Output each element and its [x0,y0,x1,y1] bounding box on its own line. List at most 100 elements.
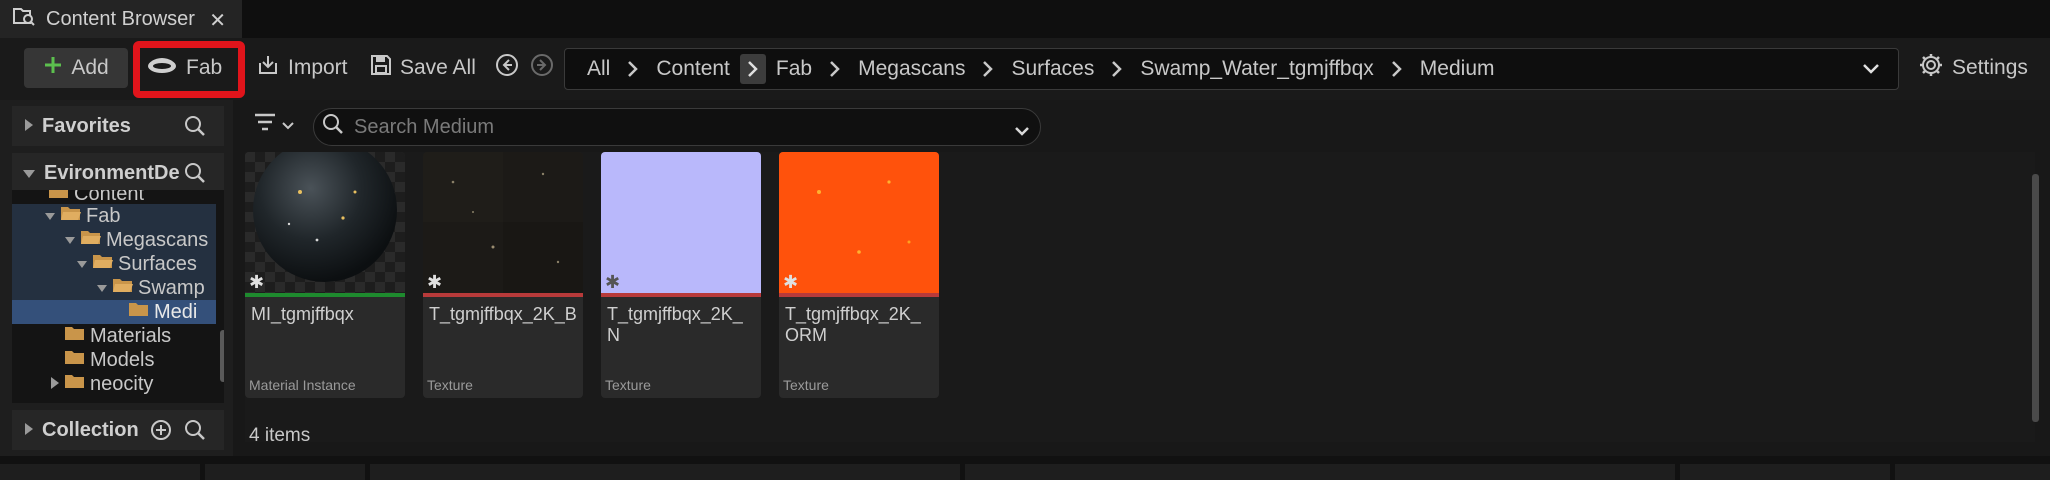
filter-icon [253,112,277,138]
breadcrumb: All Content Fab Megascans Surfaces Swamp… [564,48,1899,90]
folder-open-icon [92,252,114,276]
save-all-button[interactable]: Save All [370,48,476,88]
item-count: 4 items [249,425,311,446]
chevron-right-icon[interactable] [822,54,848,84]
asset-type-bar [245,293,405,297]
save-icon [370,54,392,82]
asset-name: T_tgmjffbqx_2K_N [607,304,743,345]
chevron-right-icon[interactable] [1104,54,1130,84]
caret-down-icon[interactable] [76,253,88,276]
search-input[interactable] [354,115,994,139]
asterisk-icon: ✱ [605,272,621,292]
asset-type-bar [423,293,583,297]
caret-right-icon[interactable] [50,373,60,396]
tree-item-fab[interactable]: Fab [12,204,216,228]
content-browser-icon [12,5,36,33]
tab-bar: Content Browser ✕ [0,0,2050,38]
favorites-header[interactable]: Favorites [12,106,224,146]
tree-item-surfaces[interactable]: Surfaces [12,252,216,276]
tree-item-models[interactable]: Models [12,348,216,372]
breadcrumb-item-swamp-water[interactable]: Swamp_Water_tgmjffbqx [1140,57,1383,81]
panel-segment [1895,464,2050,480]
asterisk-icon: ✱ [249,272,265,292]
asset-type: Texture [427,377,473,393]
breadcrumb-item-fab[interactable]: Fab [776,57,822,81]
chevron-right-icon[interactable] [1384,54,1410,84]
asset-thumbnail [779,152,939,293]
caret-down-icon[interactable] [64,229,76,252]
tree-item-swamp[interactable]: Swamp [12,276,216,300]
chevron-right-icon[interactable] [620,54,646,84]
project-header[interactable]: EvironmentDe [12,153,224,193]
breadcrumb-item-megascans[interactable]: Megascans [858,57,975,81]
tree-item-megascans[interactable]: Megascans [12,228,216,252]
tree-item-medium[interactable]: Medi [12,300,216,324]
import-label: Import [288,56,348,79]
folder-icon [64,324,86,348]
add-circle-icon[interactable] [150,419,172,447]
chevron-right-icon[interactable] [739,54,766,84]
breadcrumb-item-medium[interactable]: Medium [1420,57,1505,81]
asset-tile[interactable]: ✱ T_tgmjffbqx_2K_N Texture [601,152,761,398]
asset-view-panel: ✱ MI_tgmjffbqx Material Instance ✱ [233,100,2050,456]
tree-scrollbar[interactable] [220,330,224,382]
fab-highlight-box [133,41,245,98]
breadcrumb-item-content[interactable]: Content [656,57,740,81]
asset-name: MI_tgmjffbqx [251,304,354,324]
caret-down-icon[interactable] [96,277,108,300]
import-button[interactable]: Import [256,48,348,88]
asset-type: Texture [783,377,829,393]
chevron-down-icon[interactable] [1014,121,1030,144]
breadcrumb-item-surfaces[interactable]: Surfaces [1011,57,1104,81]
save-all-label: Save All [400,56,476,79]
search-icon[interactable] [184,419,206,447]
filter-button[interactable] [253,112,295,138]
asset-thumbnail [245,152,405,293]
asterisk-icon: ✱ [427,272,443,292]
chevron-down-icon[interactable] [1862,59,1880,82]
folder-icon [128,300,150,324]
asset-name: T_tgmjffbqx_2K_ ORM [785,304,921,345]
folder-open-icon [60,204,82,228]
collections-label: Collection [42,418,139,441]
asset-type: Texture [605,377,651,393]
settings-label: Settings [1952,56,2028,79]
breadcrumb-item-all[interactable]: All [587,57,620,81]
search-icon[interactable] [184,162,206,190]
caret-down-icon[interactable] [44,205,56,228]
bottom-panel-strip [0,456,2050,480]
caret-right-icon[interactable] [24,115,34,138]
add-button[interactable]: Add [24,48,128,88]
asset-grid-scrollbar[interactable] [2030,174,2040,424]
tab-content-browser[interactable]: Content Browser ✕ [0,0,242,38]
asset-tile[interactable]: ✱ T_tgmjffbqx_2K_ ORM Texture [779,152,939,398]
settings-button[interactable]: Settings [1918,48,2028,88]
asset-tile[interactable]: ✱ T_tgmjffbqx_2K_B Texture [423,152,583,398]
chevron-right-icon[interactable] [975,54,1001,84]
import-icon [256,53,280,83]
search-icon [322,113,344,141]
tree-item-neocity[interactable]: neocity [12,372,216,396]
history-forward-button[interactable] [530,48,554,88]
caret-right-icon[interactable] [24,419,34,442]
folder-icon [64,348,86,372]
project-label: EvironmentDe [44,161,180,184]
caret-down-icon[interactable] [22,162,36,185]
collections-header[interactable]: Collection [12,410,224,450]
panel-segment [205,464,365,480]
search-icon[interactable] [184,115,206,143]
asset-type-bar [779,293,939,297]
asset-grid: ✱ MI_tgmjffbqx Material Instance ✱ T_tgm… [245,152,2039,442]
history-back-button[interactable] [495,48,519,88]
panel-segment [0,464,200,480]
folder-tree: Content Fab Megascans Surfaces Swamp Med… [12,190,224,403]
asset-tile[interactable]: ✱ MI_tgmjffbqx Material Instance [245,152,405,398]
close-icon[interactable]: ✕ [209,8,226,33]
asset-thumbnail [423,152,583,293]
panel-segment [370,464,960,480]
scrollbar-thumb[interactable] [2032,174,2039,422]
tab-title: Content Browser [46,7,195,30]
folder-open-icon [80,228,102,252]
tree-item-materials[interactable]: Materials [12,324,216,348]
asset-name: T_tgmjffbqx_2K_B [429,304,577,324]
